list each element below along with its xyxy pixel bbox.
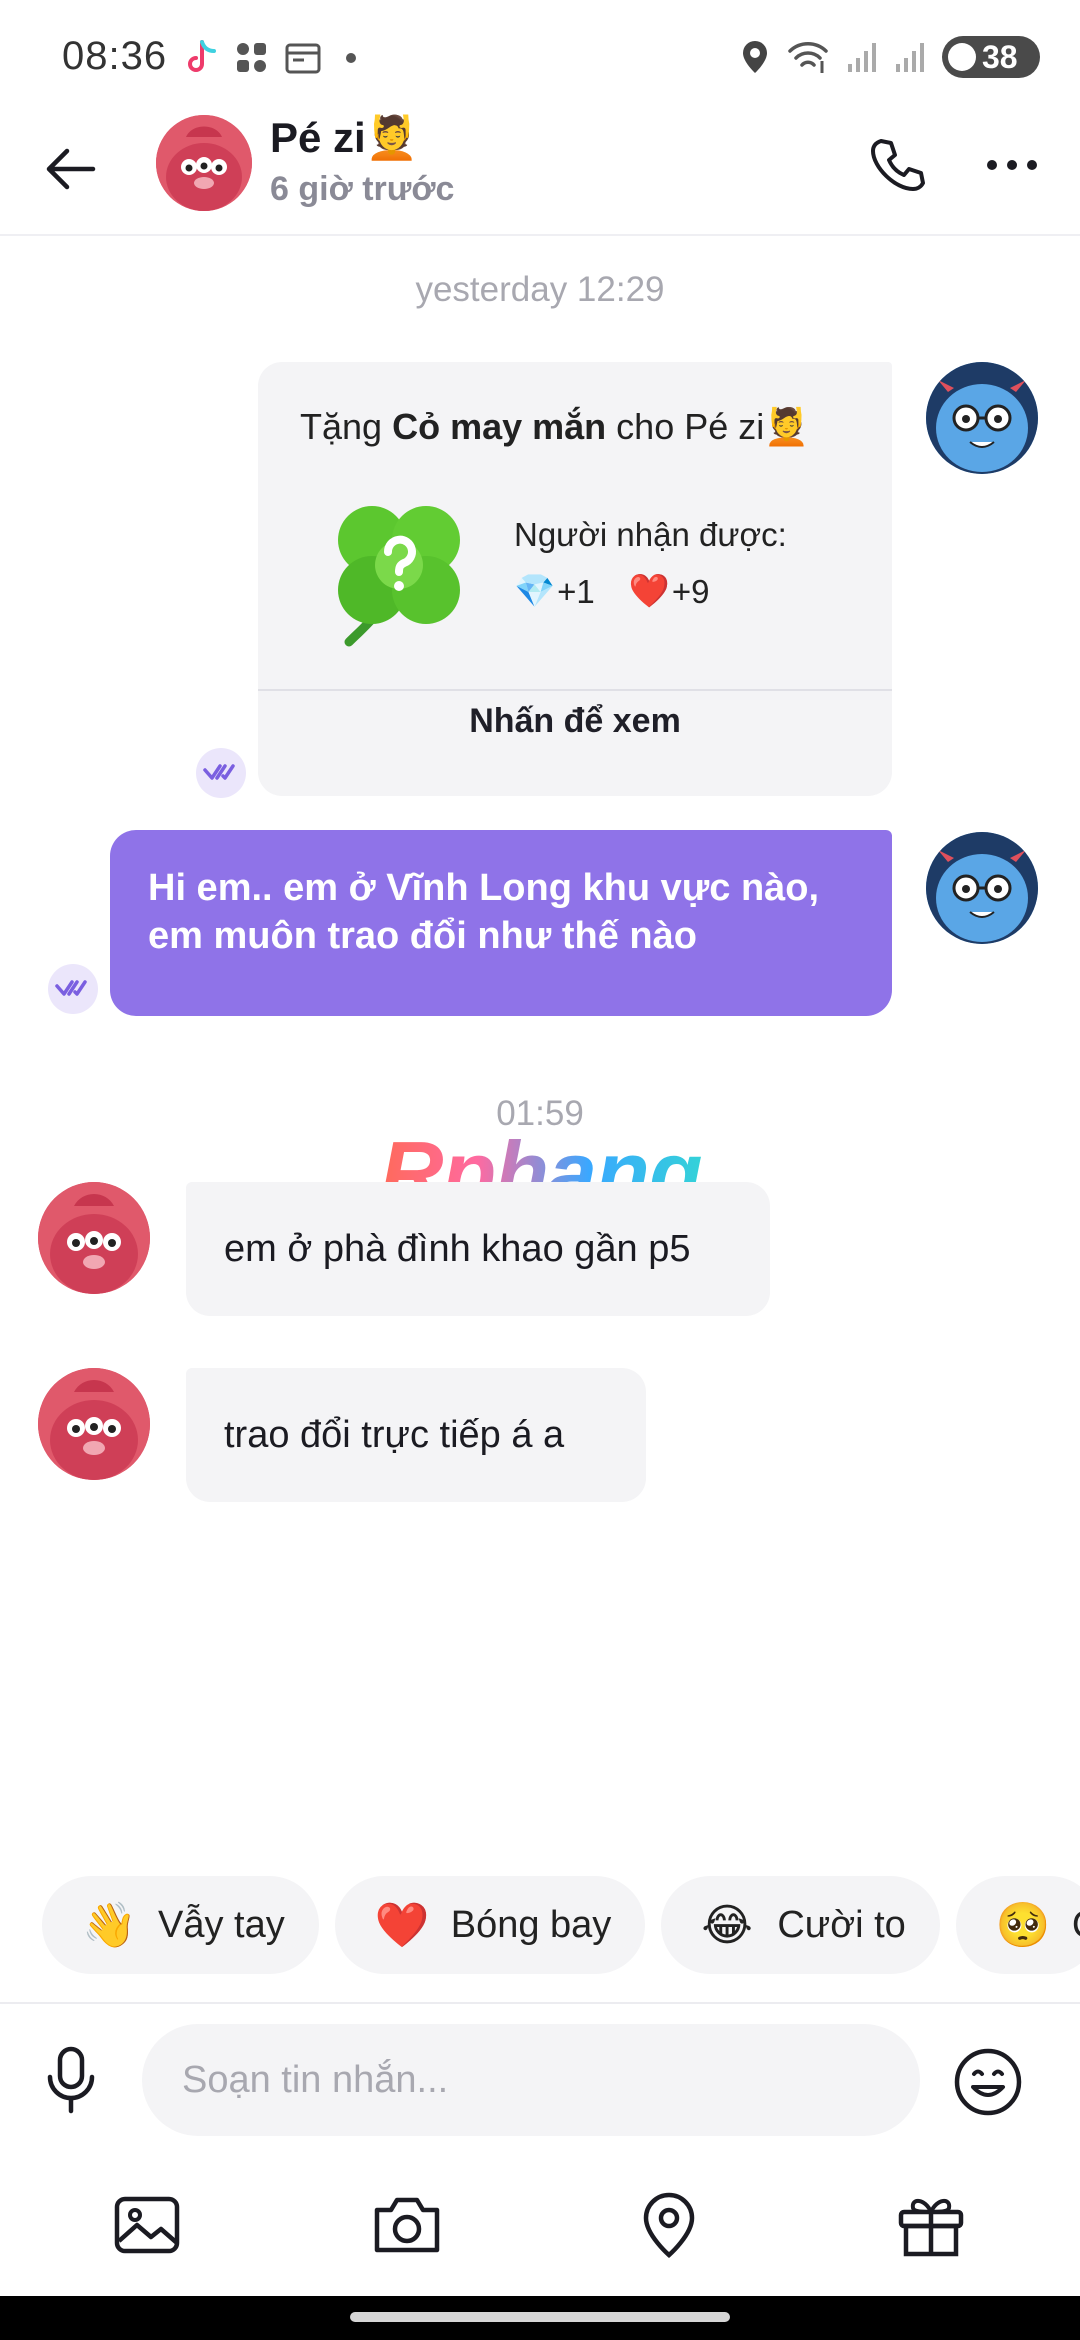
back-button[interactable]	[36, 134, 106, 204]
timestamp-divider: yesterday 12:29	[415, 270, 665, 309]
more-options-button[interactable]	[972, 130, 1052, 200]
location-icon	[643, 2192, 695, 2258]
last-seen-status: 6 giờ trước	[270, 170, 455, 208]
contact-avatar[interactable]	[156, 115, 252, 211]
emoji-button[interactable]	[950, 2044, 1026, 2120]
blue-monster-avatar-icon	[926, 832, 1038, 944]
gift-title: Tặng Cỏ may mắn cho Pé zi💆	[300, 406, 809, 448]
tiktok-icon	[188, 40, 216, 72]
more-icon-dot	[1007, 160, 1017, 170]
quick-reaction-pleading[interactable]: 🥺 C	[955, 1876, 1080, 1974]
call-button[interactable]	[862, 130, 932, 200]
camera-icon	[374, 2197, 440, 2253]
contact-avatar[interactable]	[38, 1368, 150, 1480]
gift-divider	[258, 689, 892, 691]
voice-message-button[interactable]	[36, 2040, 106, 2120]
chip-label: Vẫy tay	[158, 1903, 285, 1946]
received-message-bubble[interactable]: trao đổi trực tiếp á a	[186, 1368, 646, 1502]
read-receipt-icon	[48, 964, 98, 1014]
system-navigation-bar	[0, 2296, 1080, 2340]
pleading-face-icon: 🥺	[995, 1901, 1051, 1950]
wifi-icon	[788, 42, 828, 73]
send-gift-button[interactable]	[886, 2180, 976, 2270]
chip-label: Bóng bay	[450, 1903, 612, 1946]
gift-name: Cỏ may mắn	[392, 406, 607, 447]
signal-icon	[848, 43, 876, 72]
status-bar: 08:36 38	[0, 0, 1080, 110]
calendar-icon	[285, 43, 321, 74]
receiver-label: Người nhận được:	[514, 516, 787, 553]
quick-reaction-wave[interactable]: 👋 Vẫy tay	[42, 1876, 319, 1974]
chip-label: C	[1072, 1904, 1080, 1947]
chip-label: Cười to	[777, 1903, 906, 1946]
four-leaf-clover-icon	[338, 506, 460, 647]
image-icon	[114, 2196, 180, 2254]
more-icon-dot	[987, 160, 997, 170]
phone-icon	[871, 139, 925, 191]
diamond-icon: 💎	[514, 572, 556, 609]
heart-reward: ❤️ +9	[629, 572, 710, 611]
more-icon-dot	[1027, 160, 1037, 170]
diamond-value: +1	[557, 572, 595, 610]
gift-message-card[interactable]: Tặng Cỏ may mắn cho Pé zi💆 Người nhận đư…	[258, 362, 892, 796]
heart-value: +9	[671, 572, 710, 610]
home-gesture-handle[interactable]	[350, 2312, 730, 2322]
grid-icon	[237, 43, 266, 72]
battery-level: 38	[982, 38, 1018, 75]
quick-reaction-bar: 👋 Vẫy tay ❤️ Bóng bay 😂 Cười to 🥺 C	[42, 1876, 1080, 1974]
wave-icon: 👋	[82, 1901, 137, 1950]
gift-title-prefix: Tặng	[300, 406, 383, 447]
monster-avatar-icon	[38, 1182, 150, 1294]
composer-divider	[0, 2002, 1080, 2004]
blue-monster-avatar-icon	[926, 362, 1038, 474]
received-message-bubble[interactable]: em ở phà đình khao gần p5	[186, 1182, 770, 1316]
receiver-rewards: 💎 +1 ❤️ +9	[514, 572, 709, 611]
battery-icon: 38	[942, 36, 1040, 78]
my-avatar[interactable]	[926, 362, 1038, 474]
message-input[interactable]	[142, 2024, 920, 2136]
sent-message-bubble[interactable]: Hi em.. em ở Vĩnh Long khu vực nào, em m…	[110, 830, 892, 1016]
back-arrow-icon	[46, 148, 96, 190]
attachment-toolbar	[0, 2176, 1080, 2276]
contact-avatar[interactable]	[38, 1182, 150, 1294]
location-icon	[743, 41, 767, 73]
gift-icon	[898, 2199, 964, 2257]
contact-name[interactable]: Pé zi💆	[270, 114, 418, 163]
monster-avatar-icon	[156, 115, 252, 211]
my-avatar[interactable]	[926, 832, 1038, 944]
gallery-button[interactable]	[102, 2180, 192, 2270]
quick-reaction-laugh[interactable]: 😂 Cười to	[661, 1876, 940, 1974]
signal-icon	[896, 43, 924, 72]
gift-title-suffix: cho Pé zi💆	[616, 406, 810, 447]
smiley-icon	[954, 2048, 1022, 2116]
microphone-icon	[47, 2046, 95, 2114]
share-location-button[interactable]	[624, 2180, 714, 2270]
status-time: 08:36	[62, 34, 168, 78]
status-icons-right: 38	[740, 34, 1040, 80]
notification-dot	[346, 53, 356, 63]
heart-icon: ❤️	[374, 1901, 430, 1950]
view-gift-button[interactable]: Nhấn để xem	[258, 702, 892, 741]
status-icons-left	[184, 36, 356, 80]
read-receipt-icon	[196, 748, 246, 798]
diamond-reward: 💎 +1	[514, 572, 595, 611]
laugh-icon: 😂	[701, 1900, 753, 1950]
monster-avatar-icon	[38, 1368, 150, 1480]
quick-reaction-balloon[interactable]: ❤️ Bóng bay	[334, 1876, 646, 1974]
heart-icon: ❤️	[628, 572, 670, 609]
chat-header: Pé zi💆 6 giờ trước	[0, 112, 1080, 236]
camera-button[interactable]	[362, 2180, 452, 2270]
leaf-icon	[948, 43, 976, 71]
